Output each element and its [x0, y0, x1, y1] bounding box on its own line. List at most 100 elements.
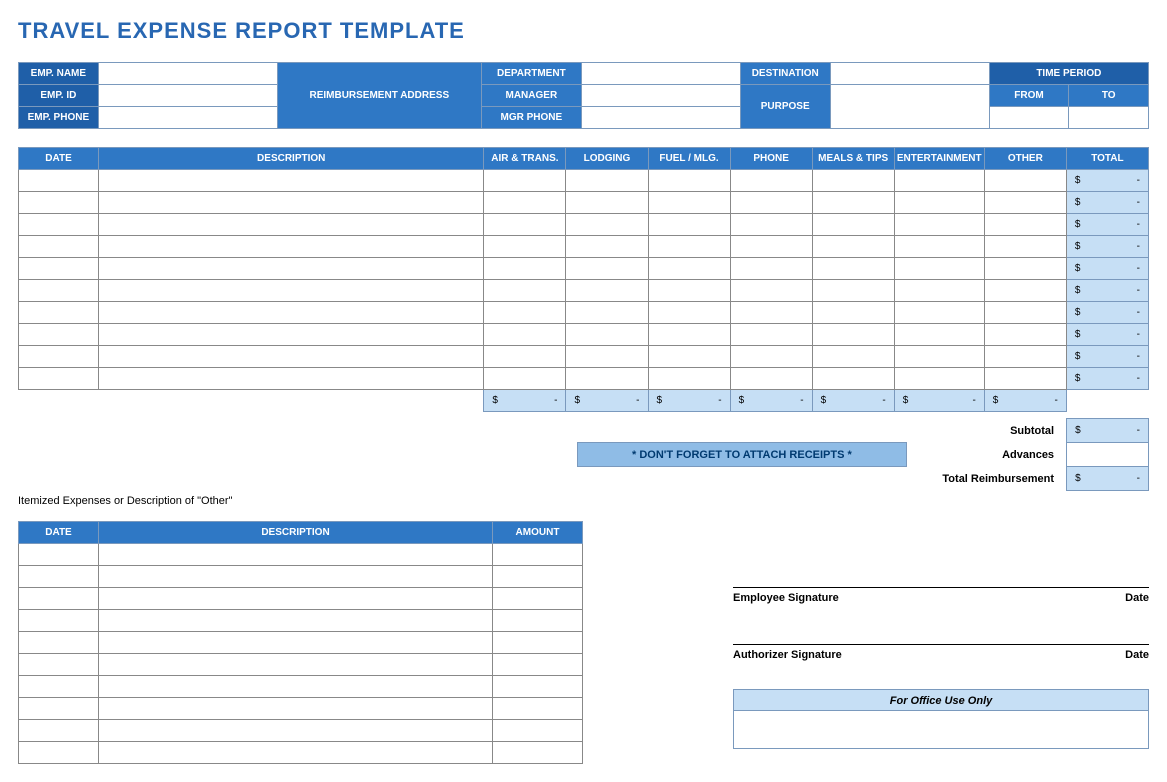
expense-cell[interactable]: [566, 324, 648, 346]
expense-cell[interactable]: [648, 368, 730, 390]
expense-cell[interactable]: [99, 170, 484, 192]
itemized-cell[interactable]: [99, 544, 493, 566]
input-emp-phone[interactable]: [98, 107, 277, 129]
expense-cell[interactable]: [484, 170, 566, 192]
expense-cell[interactable]: [984, 324, 1066, 346]
expense-cell[interactable]: [19, 170, 99, 192]
itemized-cell[interactable]: [19, 588, 99, 610]
input-to[interactable]: [1069, 107, 1149, 129]
expense-cell[interactable]: [984, 302, 1066, 324]
expense-cell[interactable]: [894, 214, 984, 236]
expense-cell[interactable]: [99, 258, 484, 280]
expense-cell[interactable]: [19, 346, 99, 368]
expense-cell[interactable]: [812, 258, 894, 280]
itemized-cell[interactable]: [493, 676, 583, 698]
expense-cell[interactable]: [894, 236, 984, 258]
itemized-cell[interactable]: [493, 632, 583, 654]
expense-cell[interactable]: [99, 368, 484, 390]
expense-cell[interactable]: [894, 324, 984, 346]
input-emp-id[interactable]: [98, 85, 277, 107]
expense-cell[interactable]: [984, 214, 1066, 236]
itemized-cell[interactable]: [493, 742, 583, 764]
expense-cell[interactable]: [984, 346, 1066, 368]
itemized-cell[interactable]: [493, 720, 583, 742]
itemized-cell[interactable]: [19, 742, 99, 764]
expense-cell[interactable]: [19, 280, 99, 302]
itemized-cell[interactable]: [19, 544, 99, 566]
expense-cell[interactable]: [99, 192, 484, 214]
expense-cell[interactable]: [566, 302, 648, 324]
expense-cell[interactable]: [730, 280, 812, 302]
itemized-cell[interactable]: [493, 610, 583, 632]
input-destination[interactable]: [830, 63, 989, 85]
expense-cell[interactable]: [894, 170, 984, 192]
expense-cell[interactable]: [566, 280, 648, 302]
expense-cell[interactable]: [484, 258, 566, 280]
expense-cell[interactable]: [19, 192, 99, 214]
expense-cell[interactable]: [730, 236, 812, 258]
expense-cell[interactable]: [984, 170, 1066, 192]
itemized-cell[interactable]: [19, 632, 99, 654]
expense-cell[interactable]: [648, 324, 730, 346]
itemized-cell[interactable]: [493, 654, 583, 676]
itemized-cell[interactable]: [99, 566, 493, 588]
expense-cell[interactable]: [648, 236, 730, 258]
expense-cell[interactable]: [566, 170, 648, 192]
expense-cell[interactable]: [984, 236, 1066, 258]
itemized-cell[interactable]: [493, 566, 583, 588]
itemized-cell[interactable]: [493, 698, 583, 720]
expense-cell[interactable]: [730, 192, 812, 214]
expense-cell[interactable]: [894, 302, 984, 324]
expense-cell[interactable]: [812, 192, 894, 214]
itemized-cell[interactable]: [19, 566, 99, 588]
expense-cell[interactable]: [812, 236, 894, 258]
expense-cell[interactable]: [984, 368, 1066, 390]
expense-cell[interactable]: [19, 324, 99, 346]
expense-cell[interactable]: [99, 214, 484, 236]
expense-cell[interactable]: [484, 280, 566, 302]
input-from[interactable]: [989, 107, 1069, 129]
expense-cell[interactable]: [484, 214, 566, 236]
expense-cell[interactable]: [99, 302, 484, 324]
expense-cell[interactable]: [99, 236, 484, 258]
expense-cell[interactable]: [812, 324, 894, 346]
expense-cell[interactable]: [484, 302, 566, 324]
itemized-cell[interactable]: [99, 588, 493, 610]
expense-cell[interactable]: [984, 258, 1066, 280]
expense-cell[interactable]: [484, 192, 566, 214]
expense-cell[interactable]: [19, 214, 99, 236]
expense-cell[interactable]: [812, 170, 894, 192]
value-advances[interactable]: [1067, 443, 1149, 467]
expense-cell[interactable]: [99, 324, 484, 346]
expense-cell[interactable]: [812, 346, 894, 368]
itemized-cell[interactable]: [493, 544, 583, 566]
itemized-cell[interactable]: [493, 588, 583, 610]
itemized-cell[interactable]: [19, 610, 99, 632]
expense-cell[interactable]: [19, 368, 99, 390]
expense-cell[interactable]: [648, 214, 730, 236]
expense-cell[interactable]: [19, 302, 99, 324]
expense-cell[interactable]: [566, 346, 648, 368]
itemized-cell[interactable]: [19, 654, 99, 676]
expense-cell[interactable]: [730, 368, 812, 390]
expense-cell[interactable]: [984, 280, 1066, 302]
itemized-cell[interactable]: [99, 720, 493, 742]
expense-cell[interactable]: [19, 236, 99, 258]
itemized-cell[interactable]: [19, 698, 99, 720]
expense-cell[interactable]: [566, 258, 648, 280]
office-use-body[interactable]: [733, 711, 1149, 749]
expense-cell[interactable]: [730, 346, 812, 368]
itemized-cell[interactable]: [99, 676, 493, 698]
expense-cell[interactable]: [99, 346, 484, 368]
input-purpose[interactable]: [830, 85, 989, 129]
expense-cell[interactable]: [730, 214, 812, 236]
expense-cell[interactable]: [730, 170, 812, 192]
itemized-cell[interactable]: [99, 632, 493, 654]
expense-cell[interactable]: [894, 346, 984, 368]
itemized-cell[interactable]: [99, 654, 493, 676]
expense-cell[interactable]: [648, 280, 730, 302]
expense-cell[interactable]: [484, 368, 566, 390]
expense-cell[interactable]: [648, 258, 730, 280]
expense-cell[interactable]: [99, 280, 484, 302]
expense-cell[interactable]: [894, 280, 984, 302]
